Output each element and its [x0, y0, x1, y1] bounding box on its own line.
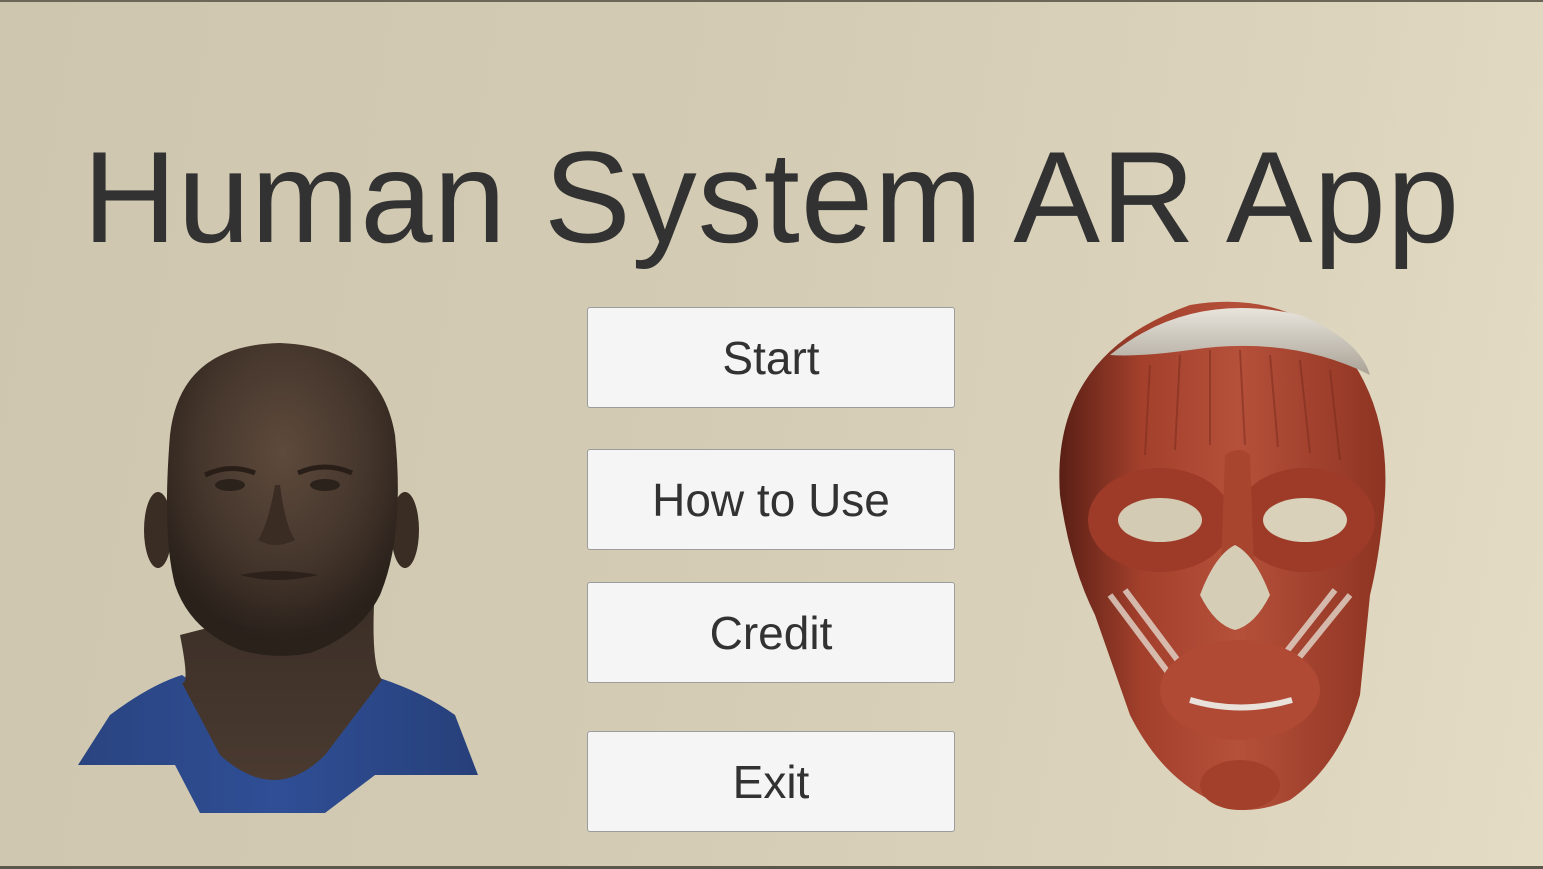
- credit-button[interactable]: Credit: [587, 582, 955, 683]
- human-head-model: [70, 335, 490, 825]
- how-to-use-button[interactable]: How to Use: [587, 449, 955, 550]
- app-title: Human System AR App: [82, 124, 1461, 270]
- start-button[interactable]: Start: [587, 307, 955, 408]
- human-head-illustration: [78, 343, 478, 813]
- window-top-border: [0, 0, 1543, 2]
- facial-muscles-illustration: [1059, 301, 1386, 810]
- facial-muscles-model: [1040, 295, 1400, 825]
- exit-button[interactable]: Exit: [587, 731, 955, 832]
